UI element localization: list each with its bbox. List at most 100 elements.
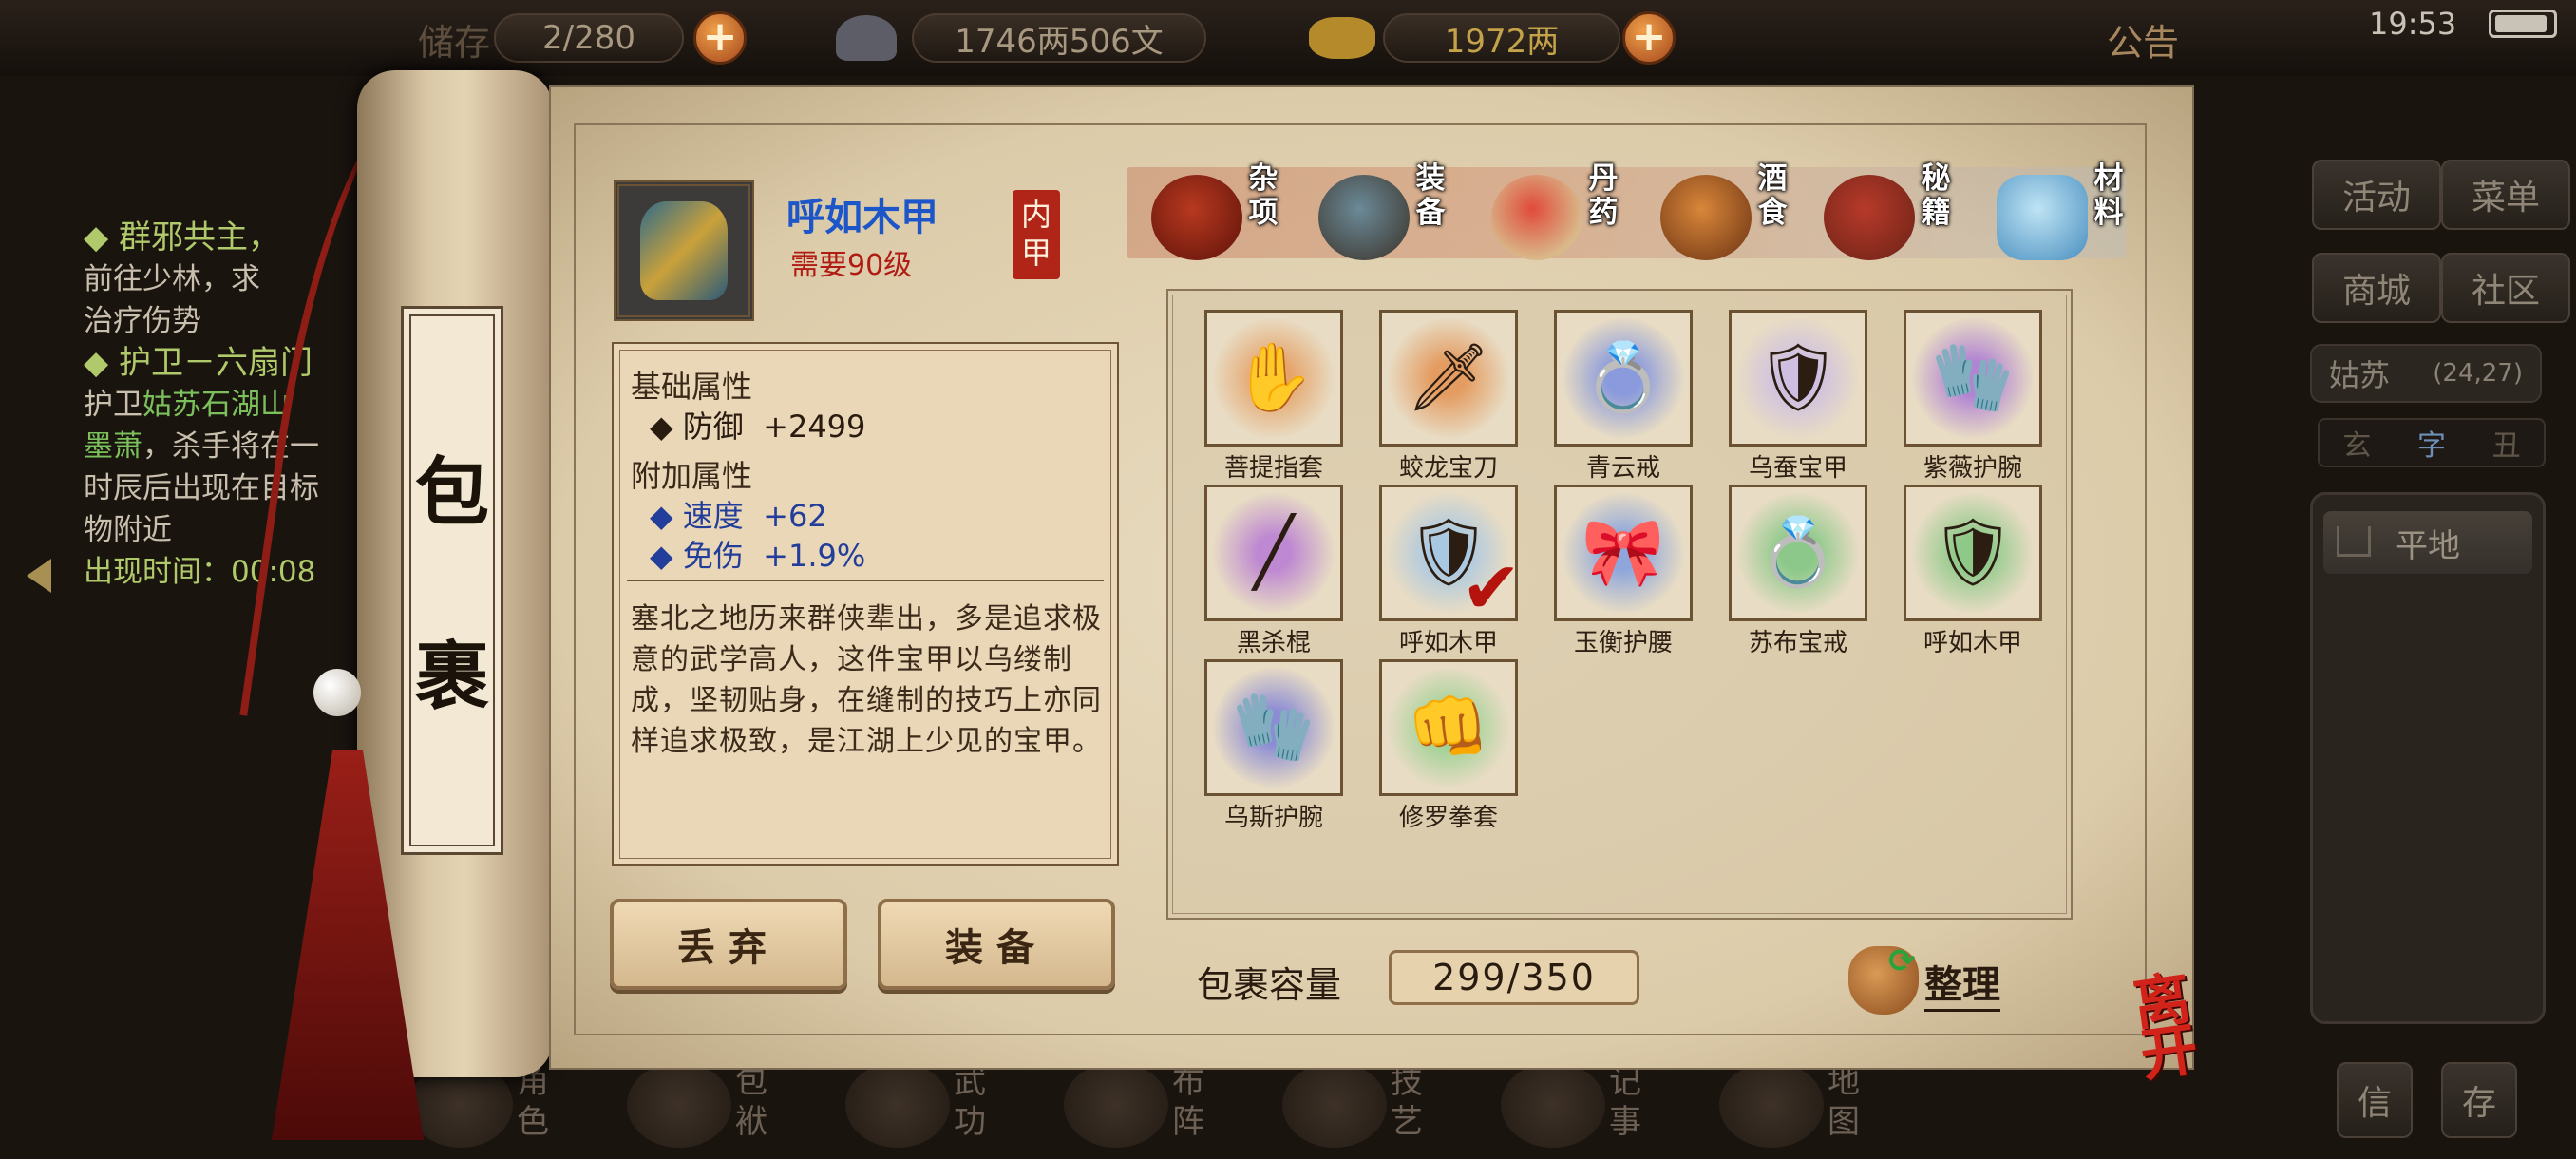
inventory-slot[interactable]: 💍 [1554, 310, 1693, 446]
book-icon [1824, 175, 1915, 260]
crystal-icon [1997, 175, 2088, 260]
add-storage-button[interactable]: + [693, 11, 747, 65]
armor-icon: 🛡 [1755, 337, 1841, 416]
bonus-attr-row: ◆ 免伤 +1.9% [650, 538, 866, 574]
item-name-label: 乌斯护腕 [1223, 804, 1323, 832]
jade-bead [313, 669, 361, 716]
equip-button[interactable]: 装备 [878, 899, 1115, 990]
tab-pills[interactable]: 丹药 [1491, 162, 1653, 266]
leave-button[interactable]: 离开 [2130, 965, 2248, 1090]
refresh-arrows-icon: ⟳ [1888, 942, 1916, 980]
ring-icon: 💍 [1756, 512, 1840, 591]
inventory-slot[interactable]: 🗡 [1379, 310, 1518, 446]
tab-equipment[interactable]: 装备 [1318, 162, 1480, 266]
mail-button[interactable]: 信 [2337, 1062, 2413, 1138]
item-name-label: 蛟龙宝刀 [1398, 454, 1498, 483]
community-button[interactable]: 社区 [2441, 253, 2570, 323]
nav-formation[interactable]: 布阵 [1054, 1054, 1225, 1159]
inventory-slot[interactable]: 👊 [1379, 659, 1518, 796]
bonus-attr-header: 附加属性 [631, 458, 753, 494]
belt-icon: 🎀 [1582, 512, 1665, 591]
inventory-slot[interactable]: 🎀 [1554, 484, 1693, 621]
base-attr-row: ◆ 防御 +2499 [650, 408, 866, 445]
nav-bag[interactable]: 包袱 [617, 1054, 788, 1159]
location-name: 姑苏 [2329, 357, 2391, 393]
shop-button[interactable]: 商城 [2312, 253, 2441, 323]
tab-materials[interactable]: 材料 [1997, 162, 2158, 266]
sort-button[interactable]: 整理 [1924, 954, 2000, 1012]
discard-button[interactable]: 丢弃 [610, 899, 847, 990]
capacity-value: 299/350 [1389, 950, 1639, 1005]
inventory-slot[interactable]: 🧤 [1204, 659, 1343, 796]
money-field: 1746两506文 [912, 13, 1206, 63]
divider [627, 580, 1104, 581]
menu-button[interactable]: 菜单 [2441, 160, 2570, 230]
tab-misc[interactable]: 杂项 [1151, 162, 1313, 266]
terrain-button[interactable]: 平地 [2323, 511, 2532, 574]
inventory-slot[interactable]: 🛡 [1904, 484, 2042, 621]
inventory-slot[interactable]: 🛡 [1729, 310, 1867, 446]
minimap-time-bar: 玄 字 丑 [2318, 418, 2546, 467]
item-name-label: 菩提指套 [1223, 454, 1323, 483]
ring-icon: 💍 [1582, 337, 1665, 416]
bracer-icon: 🧤 [1931, 337, 2015, 416]
item-type-seal: 内甲 [1013, 190, 1060, 279]
yin-yang-icon [1064, 1062, 1168, 1148]
scroll-icon [845, 1062, 950, 1148]
item-name-label: 修罗拳套 [1398, 804, 1498, 832]
item-name-label: 乌蚕宝甲 [1748, 454, 1847, 483]
announcement-button[interactable]: 公告 [2107, 13, 2179, 66]
item-name-label: 青云戒 [1585, 454, 1660, 483]
pills-icon [1491, 175, 1582, 260]
scroll-title-plate [401, 306, 503, 855]
location-bar[interactable]: 姑苏 (24,27) [2310, 344, 2542, 403]
item-name-label: 呼如木甲 [1398, 629, 1498, 657]
storage-field: 2/280 [494, 13, 684, 63]
tab-manuals[interactable]: 秘籍 [1824, 162, 1985, 266]
capacity-label: 包裹容量 [1197, 964, 1342, 1006]
tab-food[interactable]: 酒食 [1660, 162, 1822, 266]
item-name: 呼如木甲 [786, 196, 938, 239]
clock: 19:53 [2369, 6, 2457, 42]
item-name-label: 紫薇护腕 [1923, 454, 2022, 483]
bonus-attr-row: ◆ 速度 +62 [650, 498, 827, 534]
scroll-title-char: 裹 [414, 634, 489, 720]
location-coords: (24,27) [2433, 359, 2523, 388]
required-level: 需要90级 [790, 249, 913, 282]
attribute-panel: 基础属性 ◆ 防御 +2499 附加属性 ◆ 速度 +62 ◆ 免伤 +1.9%… [612, 342, 1119, 866]
base-attr-header: 基础属性 [631, 369, 753, 405]
nav-journal[interactable]: 记事 [1491, 1054, 1662, 1159]
equipped-check-icon: ✔ [1461, 545, 1522, 630]
house-icon [2337, 526, 2371, 557]
item-description: 塞北之地历来群侠辈出，多是追求极意的武学高人，这件宝甲以乌缕制成，坚韧贴身，在缝… [631, 602, 1102, 758]
inventory-slot[interactable]: ✋ [1204, 310, 1343, 446]
selected-item-thumb [614, 180, 754, 321]
map-icon [1719, 1062, 1824, 1148]
nav-skills[interactable]: 技艺 [1273, 1054, 1444, 1159]
jar-icon [1151, 175, 1242, 260]
inventory-slot[interactable]: 🧤 [1904, 310, 2042, 446]
inventory-slot[interactable]: 💍 [1729, 484, 1867, 621]
journal-icon [1501, 1062, 1605, 1148]
staff-icon: ╱ [1253, 513, 1295, 591]
gold-ingot-icon [1309, 17, 1375, 59]
scroll-title-char: 包 [414, 449, 489, 536]
top-bar: 储存 2/280 + 1746两506文 1972两 + 公告 19:53 [0, 0, 2576, 76]
silver-icon [836, 15, 897, 61]
saber-icon: 🗡 [1406, 337, 1491, 416]
nav-map[interactable]: 地图 [1710, 1054, 1881, 1159]
armor-icon: 🛡 [1930, 512, 2016, 591]
gauntlet-icon: 👊 [1407, 687, 1490, 766]
add-gold-button[interactable]: + [1622, 11, 1676, 65]
armor-icon [640, 201, 728, 300]
save-button[interactable]: 存 [2441, 1062, 2517, 1138]
skills-icon [1282, 1062, 1387, 1148]
item-name-label: 呼如木甲 [1923, 629, 2022, 657]
activity-button[interactable]: 活动 [2312, 160, 2441, 230]
collapse-arrow-icon[interactable] [27, 559, 51, 593]
nav-martial-arts[interactable]: 武功 [836, 1054, 1007, 1159]
inventory-slot[interactable]: ╱ [1204, 484, 1343, 621]
item-name-label: 苏布宝戒 [1748, 629, 1847, 657]
gold-field: 1972两 [1383, 13, 1620, 63]
battery-icon [2489, 10, 2557, 38]
